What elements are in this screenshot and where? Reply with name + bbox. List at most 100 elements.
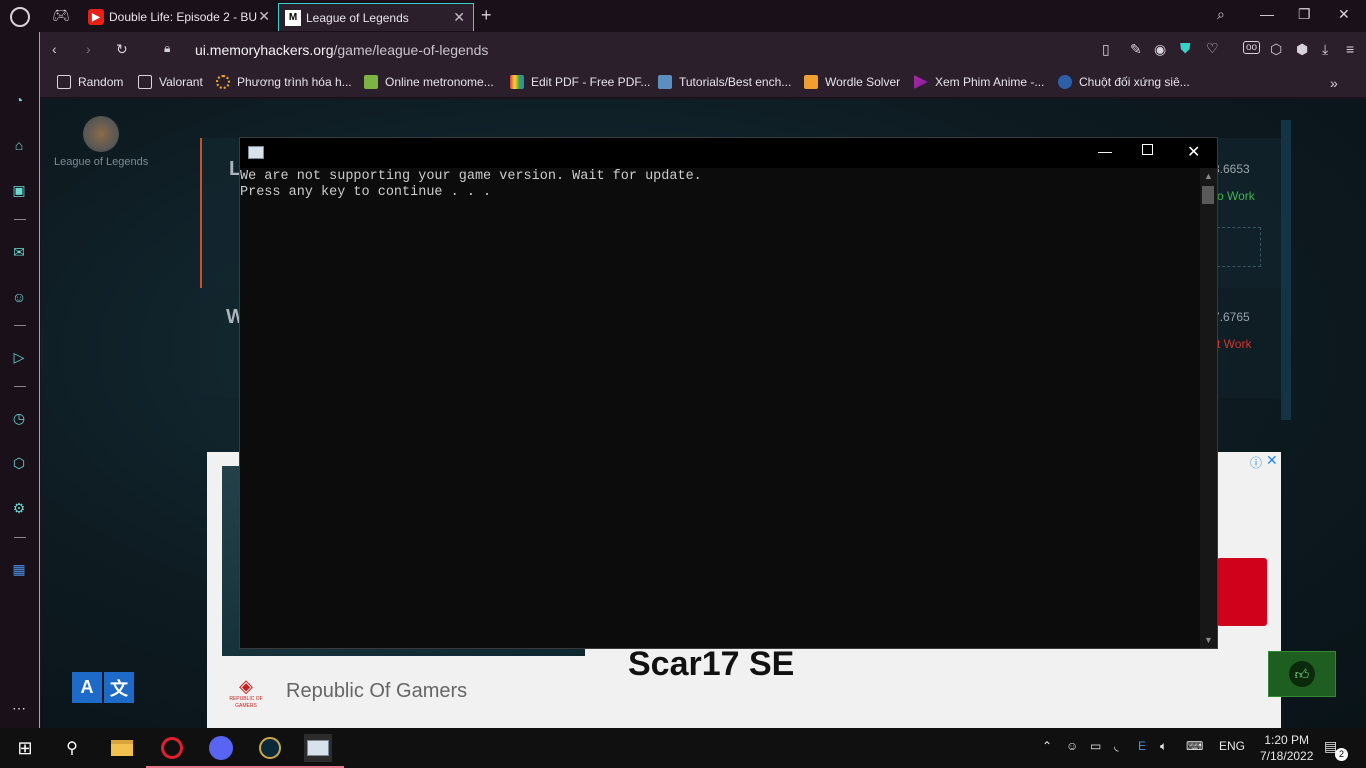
shopping-icon[interactable]: ⌂ (8, 134, 30, 156)
keyboard-icon[interactable]: ⌨ (1186, 739, 1203, 753)
ad-close-icon[interactable]: ✕ (1266, 452, 1278, 469)
battery-icon[interactable]: ▭ (1090, 739, 1101, 753)
discord-tray-icon[interactable]: ☺ (1066, 739, 1078, 753)
close-tab-icon[interactable]: ✕ (453, 9, 465, 26)
camera-icon[interactable]: ◉ (1154, 41, 1166, 58)
bookmark-label: Phương trình hóa h... (237, 75, 352, 89)
forward-icon[interactable]: › (86, 41, 91, 57)
vr-icon[interactable]: oo (1243, 41, 1261, 54)
bookmark-tutorials[interactable]: Tutorials/Best ench... (658, 75, 791, 89)
reader-icon[interactable]: ▯ (1102, 41, 1110, 58)
console-titlebar[interactable]: — ✕ (240, 138, 1217, 168)
console-minimize-icon[interactable]: — (1098, 143, 1112, 159)
bookmark-random[interactable]: Random (57, 75, 123, 89)
scroll-up-icon[interactable]: ▲ (1204, 171, 1213, 181)
console-scrollbar[interactable]: ▲ ▼ (1200, 168, 1217, 648)
ad-info-icon[interactable]: ⓘ (1250, 454, 1262, 471)
tab-title: Double Life: Episode 2 - BU (109, 10, 258, 24)
speed-dial-icon[interactable]: ◔ (8, 89, 30, 111)
show-hidden-icons-icon[interactable]: ⌃ (1042, 739, 1052, 753)
close-window-icon[interactable]: ✕ (1338, 6, 1350, 23)
close-tab-icon[interactable]: ✕ (258, 8, 270, 25)
bookmark-metronome[interactable]: Online metronome... (364, 75, 494, 89)
opera-menu-icon[interactable] (10, 7, 30, 27)
more-icon[interactable]: ⋯ (8, 697, 30, 719)
settings-easy-icon[interactable]: ≡ (1346, 41, 1354, 57)
folder-icon (57, 75, 71, 89)
new-tab-icon[interactable]: + (481, 5, 492, 26)
game-avatar[interactable] (83, 116, 119, 152)
discord-taskbar-icon[interactable] (195, 734, 247, 768)
clock-date: 7/18/2022 (1260, 749, 1314, 763)
sidebar-divider (14, 325, 26, 326)
bookmark-chuot[interactable]: Chuột đối xứng siê... (1058, 75, 1190, 89)
thumbs-up-icon: 👍︎ (1289, 661, 1315, 687)
console-line: We are not supporting your game version.… (240, 169, 702, 184)
reload-icon[interactable]: ↻ (116, 41, 128, 58)
translate-source-icon[interactable]: A (72, 672, 102, 703)
url-field[interactable]: ui.memoryhackers.org/game/league-of-lege… (195, 42, 488, 58)
search-icon[interactable]: ⌕ (1217, 6, 1225, 23)
snapshot-icon[interactable]: ✎ (1130, 41, 1142, 58)
translate-widget[interactable]: A 文 (72, 672, 135, 703)
back-icon[interactable]: ‹ (52, 41, 57, 57)
heart-icon[interactable]: ♡ (1206, 40, 1219, 57)
unikey-icon[interactable]: E (1138, 739, 1146, 753)
messenger-icon[interactable]: ✉ (8, 241, 30, 263)
translate-target-icon[interactable]: 文 (104, 672, 134, 703)
wifi-icon[interactable]: ◟ (1114, 739, 1119, 753)
card-2-version: 7.6765 (1213, 310, 1250, 324)
tab-title: League of Legends (306, 10, 409, 25)
tab-league-of-legends[interactable]: M League of Legends ✕ (278, 3, 474, 31)
more-bookmarks-icon[interactable]: » (1330, 75, 1338, 91)
game-label[interactable]: League of Legends (54, 156, 148, 168)
sidebar-divider (14, 537, 26, 538)
league-taskbar-icon[interactable] (244, 734, 296, 768)
bookmark-wordle[interactable]: Wordle Solver (804, 75, 900, 89)
file-explorer-icon[interactable] (108, 734, 136, 762)
ad-title[interactable]: Scar17 SE (628, 645, 794, 684)
restore-icon[interactable]: ❐ (1298, 6, 1311, 23)
history-icon[interactable]: ◷ (8, 407, 30, 429)
bookmark-phuong-trinh[interactable]: Phương trình hóa h... (216, 75, 352, 89)
cube-icon[interactable]: ⬡ (8, 452, 30, 474)
scroll-thumb[interactable] (1202, 186, 1214, 204)
console-close-icon[interactable]: ✕ (1187, 142, 1200, 162)
bookmark-label: Chuột đối xứng siê... (1079, 75, 1190, 89)
tab-youtube[interactable]: ▶ Double Life: Episode 2 - BU ✕ (82, 3, 278, 31)
minimize-icon[interactable]: — (1260, 6, 1274, 22)
scroll-down-icon[interactable]: ▼ (1204, 635, 1213, 645)
bookmark-valorant[interactable]: Valorant (138, 75, 203, 89)
translate-extension-icon[interactable]: ▦ (8, 558, 30, 580)
opera-taskbar-icon[interactable] (146, 734, 198, 768)
start-icon[interactable]: ⊞ (11, 734, 39, 762)
console-maximize-icon[interactable] (1142, 144, 1153, 155)
search-icon[interactable]: ⚲ (58, 734, 86, 762)
wordle-icon (804, 75, 818, 89)
clock[interactable]: 1:20 PM 7/18/2022 (1260, 732, 1313, 764)
console-window[interactable]: — ✕ We are not supporting your game vers… (239, 137, 1218, 649)
like-button[interactable]: 👍︎ (1268, 651, 1336, 697)
play-icon (914, 75, 928, 89)
volume-icon[interactable]: 🔈︎ (1160, 739, 1167, 754)
console-output: We are not supporting your game version.… (240, 169, 702, 201)
console-taskbar-icon[interactable] (292, 734, 344, 768)
url-domain: ui.memoryhackers.org (195, 42, 334, 58)
settings-icon[interactable]: ⚙ (8, 497, 30, 519)
bookmark-anime[interactable]: Xem Phim Anime -... (914, 75, 1044, 89)
box-icon[interactable]: ⬢ (1296, 41, 1308, 58)
ad-cta-button[interactable] (1217, 558, 1267, 626)
language-indicator[interactable]: ENG (1219, 739, 1245, 753)
download-icon[interactable]: ⤓ (1322, 41, 1328, 58)
cube-icon[interactable]: ⬡ (1270, 41, 1282, 58)
player-icon[interactable]: ▷ (8, 346, 30, 368)
bookmark-label: Xem Phim Anime -... (935, 75, 1045, 89)
url-path: /game/league-of-legends (333, 42, 489, 58)
gamepad-icon[interactable]: 🎮︎ (52, 7, 70, 24)
twitch-icon[interactable]: ▣ (8, 179, 30, 201)
bookmark-label: Online metronome... (385, 75, 494, 89)
bookmark-edit-pdf[interactable]: Edit PDF - Free PDF... (510, 75, 650, 89)
shield-icon[interactable]: ⛊ (1180, 40, 1191, 57)
discord-icon[interactable]: ☺ (8, 286, 30, 308)
lock-icon: 🔒︎ (164, 41, 171, 55)
